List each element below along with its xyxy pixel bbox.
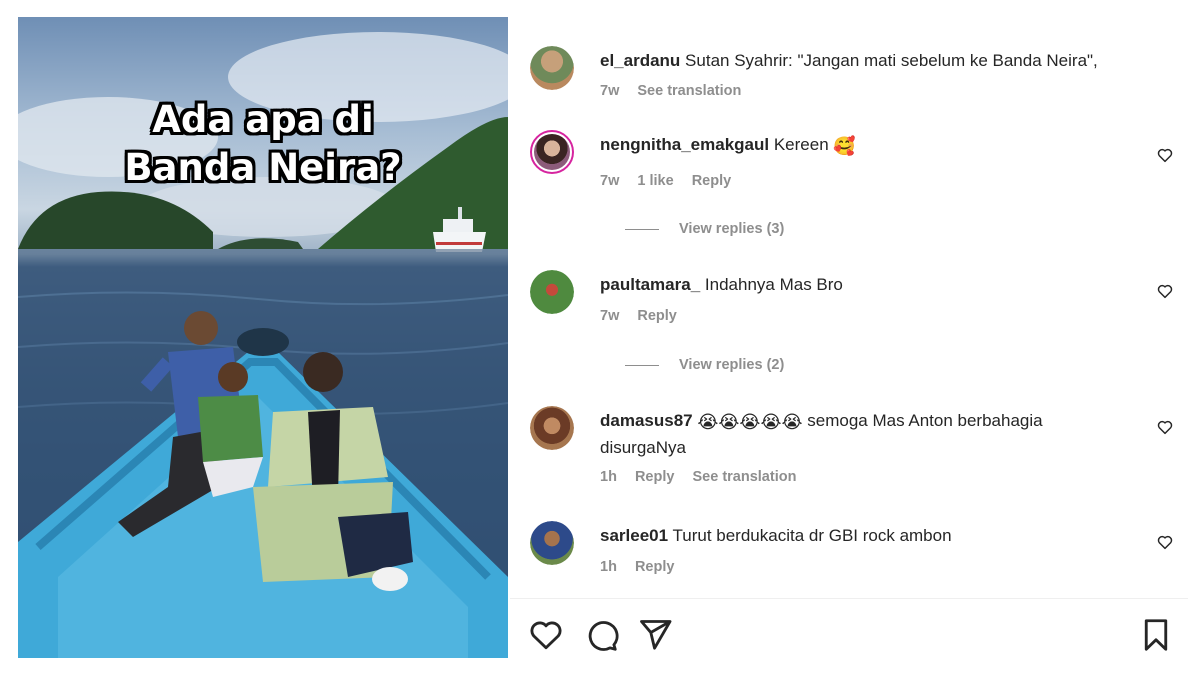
comment-time: 1h (600, 559, 617, 575)
comment-body: Indahnya Mas Bro (704, 275, 843, 294)
bookmark-icon[interactable] (1138, 617, 1174, 653)
comments-panel[interactable]: el_ardanu Sutan Syahrir: "Jangan mati se… (510, 0, 1200, 598)
avatar[interactable] (530, 46, 574, 90)
replies-divider-line (625, 228, 659, 230)
comment-time: 7w (600, 173, 620, 189)
reply-button[interactable]: Reply (635, 559, 675, 575)
view-replies-label: View replies (3) (679, 221, 785, 237)
comment-body: Kereen (773, 135, 829, 154)
reply-button[interactable]: Reply (635, 469, 675, 485)
comment-text: paultamara_ Indahnya Mas Bro (600, 272, 1140, 297)
actions-divider (510, 598, 1188, 599)
avatar[interactable] (530, 521, 574, 565)
comment-meta: 7w See translation (600, 83, 755, 99)
overlay-title-line1: Ada apa di (152, 98, 374, 141)
avatar[interactable] (530, 130, 574, 174)
heart-icon[interactable] (1156, 418, 1174, 436)
comment-likes[interactable]: 1 like (637, 173, 673, 189)
comment-body: Sutan Syahrir: "Jangan mati sebelum ke B… (685, 51, 1098, 70)
post-image: Ada apa di Banda Neira? (18, 17, 508, 658)
comment-text: damasus87 😭😭😭😭😭 semoga Mas Anton berbaha… (600, 408, 1140, 460)
comment-username[interactable]: sarlee01 (600, 526, 668, 545)
comment-text: sarlee01 Turut berdukacita dr GBI rock a… (600, 523, 1140, 548)
comment-username[interactable]: el_ardanu (600, 51, 680, 70)
avatar[interactable] (530, 406, 574, 450)
see-translation-button[interactable]: See translation (637, 83, 741, 99)
reply-button[interactable]: Reply (637, 308, 677, 324)
smiling-face-hearts-emoji: 🥰 (833, 136, 856, 156)
see-translation-button[interactable]: See translation (692, 469, 796, 485)
comment-meta: 7w 1 like Reply (600, 173, 745, 189)
avatar[interactable] (530, 270, 574, 314)
view-replies-label: View replies (2) (679, 357, 785, 373)
send-icon[interactable] (637, 617, 673, 653)
comment-username[interactable]: damasus87 (600, 411, 693, 430)
heart-icon[interactable] (1156, 146, 1174, 164)
replies-divider-line (625, 364, 659, 366)
comment-time: 7w (600, 83, 620, 99)
crying-face-emoji: 😭😭😭😭😭 (697, 412, 803, 432)
comment-time: 1h (600, 469, 617, 485)
comment-username[interactable]: paultamara_ (600, 275, 700, 294)
comment-body-line2: disurgaNya (600, 438, 686, 457)
view-replies-button[interactable]: View replies (2) (625, 357, 784, 373)
heart-icon[interactable] (528, 617, 564, 653)
comment-body: semoga Mas Anton berbahagia (807, 411, 1043, 430)
comment-meta: 1h Reply See translation (600, 469, 810, 485)
comment-username[interactable]: nengnitha_emakgaul (600, 135, 769, 154)
reply-button[interactable]: Reply (692, 173, 732, 189)
overlay-title-line2: Banda Neira? (124, 146, 402, 189)
comment-meta: 1h Reply (600, 559, 688, 575)
heart-icon[interactable] (1156, 533, 1174, 551)
comment-text: nengnitha_emakgaul Kereen 🥰 (600, 132, 1140, 159)
view-replies-button[interactable]: View replies (3) (625, 221, 784, 237)
comment-text: el_ardanu Sutan Syahrir: "Jangan mati se… (600, 48, 1140, 73)
comment-meta: 7w Reply (600, 308, 691, 324)
heart-icon[interactable] (1156, 282, 1174, 300)
post-actions-bar (510, 605, 1188, 660)
comment-icon[interactable] (583, 617, 619, 653)
comment-body: Turut berdukacita dr GBI rock ambon (672, 526, 952, 545)
comment-time: 7w (600, 308, 620, 324)
